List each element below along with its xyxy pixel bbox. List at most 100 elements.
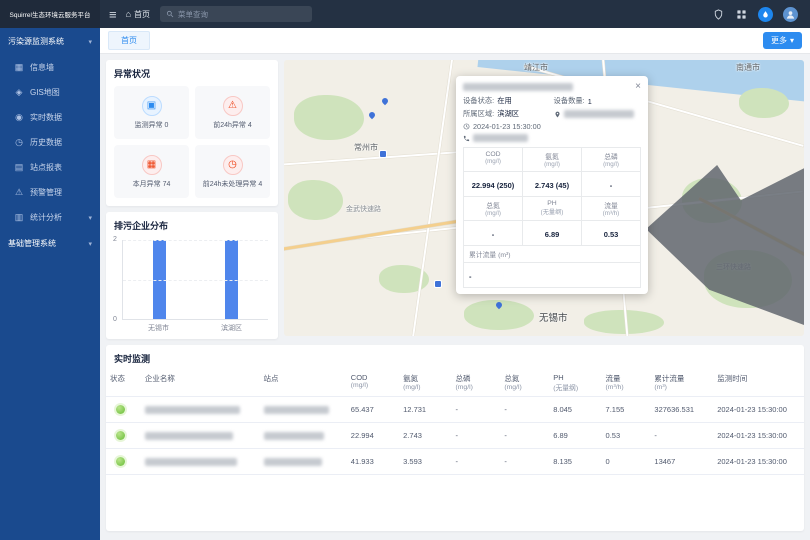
metric-header: 流量 [584, 200, 638, 210]
search-input[interactable] [178, 10, 298, 19]
status-ok-icon [116, 431, 125, 440]
road-shield-icon [434, 280, 442, 288]
road-shield-icon [379, 150, 387, 158]
tile-unhandled-abnormal[interactable]: ◷ 前24h未处理异常 4 [195, 145, 270, 198]
sidebar-item-label: 实时数据 [30, 112, 62, 123]
tile-label: 监测异常 0 [135, 120, 169, 130]
metric-value: 2.743 (45) [535, 181, 569, 190]
tile-label: 前24h异常 4 [213, 120, 252, 130]
map-pin-icon[interactable] [368, 111, 376, 119]
map-label-road1: 金武快速路 [346, 204, 381, 214]
col-flow: 流量 [606, 374, 621, 383]
more-button[interactable]: 更多 ▾ [763, 32, 802, 49]
sidebar-item-stats-analysis[interactable]: ▥ 统计分析 ▾ [0, 205, 100, 230]
sidebar-item-alert-manage[interactable]: ⚠ 预警管理 [0, 180, 100, 205]
tile-month-abnormal[interactable]: ▦ 本月异常 74 [114, 145, 189, 198]
metric-header: COD [466, 151, 520, 158]
user-avatar[interactable] [783, 7, 798, 22]
alert-manage-icon: ⚠ [14, 187, 24, 198]
sidebar-section-base-manage[interactable]: 基础管理系统 ▾ [0, 230, 100, 257]
col-tp: 总磷 [455, 374, 470, 383]
sidebar-section-label: 基础管理系统 [8, 238, 56, 249]
cell-tp: - [451, 423, 500, 449]
device-status-value: 在用 [497, 96, 512, 106]
shield-icon[interactable] [712, 8, 725, 21]
monitor-title: 实时监测 [106, 345, 804, 369]
cell-tn: - [500, 397, 549, 423]
sidebar-item-station-report[interactable]: ▤ 站点报表 [0, 155, 100, 180]
calendar-icon: ▦ [142, 155, 162, 175]
tile-last24h-abnormal[interactable]: ⚠ 前24h异常 4 [195, 86, 270, 139]
chart-title: 排污企业分布 [106, 212, 278, 236]
chevron-down-icon: ▾ [790, 36, 794, 45]
apps-grid-icon[interactable] [735, 8, 748, 21]
menu-search-box[interactable] [160, 6, 312, 22]
gis-map-canvas[interactable]: 靖江市 南通市 常州市 江阴市 无锡市 金武快速路 三环快速路 × [284, 60, 804, 336]
chevron-down-icon: ▾ [88, 214, 92, 222]
tab-home[interactable]: 首页 [108, 31, 150, 50]
redacted-enterprise [145, 432, 233, 440]
cell-tp: - [451, 397, 500, 423]
metric-value: - [492, 230, 495, 239]
col-station: 站点 [264, 374, 279, 383]
status-ok-icon [116, 457, 125, 466]
station-report-icon: ▤ [14, 162, 24, 173]
metric-value: - [469, 272, 472, 281]
sidebar-item-label: 站点报表 [30, 162, 62, 173]
sidebar-item-label: 信息墙 [30, 62, 54, 73]
map-green-area [294, 95, 364, 140]
cell-nh3: 3.593 [399, 449, 451, 475]
realtime-monitor-card: 实时监测 状态 企业名称 站点 COD(mg/l) 氨氮(mg/l) 总磷(mg… [106, 345, 804, 531]
table-row[interactable]: 41.933 3.593 - - 8.135 0 13467 2024-01-2… [106, 449, 804, 475]
x-label: 滨湖区 [221, 323, 242, 333]
y-tick: 2 [113, 236, 117, 243]
cell-cod: 22.994 [347, 423, 399, 449]
abnormal-card-title: 异常状况 [106, 60, 278, 84]
tile-monitor-abnormal[interactable]: ▣ 监测异常 0 [114, 86, 189, 139]
monitor-icon: ▣ [142, 96, 162, 116]
tile-label: 前24h未处理异常 4 [203, 179, 263, 189]
popup-time: 2024-01-23 15:30:00 [473, 122, 541, 131]
sidebar-item-realtime-data[interactable]: ◉ 实时数据 [0, 105, 100, 130]
realtime-monitor-table: 状态 企业名称 站点 COD(mg/l) 氨氮(mg/l) 总磷(mg/l) 总… [106, 369, 804, 475]
water-drop-logo-icon[interactable] [758, 7, 773, 22]
chevron-down-icon: ▾ [88, 38, 92, 46]
col-time: 监测时间 [717, 374, 747, 383]
map-road [412, 60, 454, 336]
col-cod: COD [351, 373, 368, 382]
popup-metrics-table: COD(mg/l) 氨氮(mg/l) 总磷(mg/l) 22.994 (250)… [463, 147, 641, 288]
sidebar-item-info-wall[interactable]: ▦ 信息墙 [0, 55, 100, 80]
sidebar-section-pollution-monitor[interactable]: 污染源监测系统 ▾ [0, 28, 100, 55]
cell-total: - [650, 423, 713, 449]
sidebar-item-history-data[interactable]: ◷ 历史数据 [0, 130, 100, 155]
map-label-changzhou: 常州市 [354, 142, 378, 153]
map-pin-icon[interactable] [381, 97, 389, 105]
metric-value: - [610, 181, 613, 190]
sidebar-item-label: GIS地图 [30, 87, 60, 98]
cell-tn: - [500, 449, 549, 475]
device-status-label: 设备状态: [463, 96, 494, 106]
map-road [284, 216, 485, 252]
col-tn: 总氮 [504, 374, 519, 383]
table-row[interactable]: 65.437 12.731 - - 8.045 7.155 327636.531… [106, 397, 804, 423]
cell-tp: - [451, 449, 500, 475]
close-icon[interactable]: × [635, 82, 641, 92]
cell-time: 2024-01-23 15:30:00 [713, 423, 804, 449]
realtime-data-icon: ◉ [14, 112, 24, 123]
cell-cod: 65.437 [347, 397, 399, 423]
table-row[interactable]: 22.994 2.743 - - 6.89 0.53 - 2024-01-23 … [106, 423, 804, 449]
metric-header: 累计流量 (m³) [469, 249, 638, 259]
cell-ph: 8.045 [549, 397, 601, 423]
breadcrumb-home[interactable]: ⌂ 首页 [126, 9, 150, 20]
sidebar-item-gis-map[interactable]: ◈ GIS地图 [0, 80, 100, 105]
hamburger-menu-icon[interactable]: ≡ [100, 7, 126, 22]
home-icon: ⌂ [126, 9, 131, 19]
stats-analysis-icon: ▥ [14, 212, 24, 223]
cell-total: 327636.531 [650, 397, 713, 423]
history-data-icon: ◷ [14, 137, 24, 148]
col-ph: PH [553, 373, 563, 382]
metric-unit: (mg/l) [466, 158, 520, 165]
redacted-phone [473, 134, 528, 142]
cell-cod: 41.933 [347, 449, 399, 475]
map-label-wuxi: 无锡市 [539, 310, 568, 324]
